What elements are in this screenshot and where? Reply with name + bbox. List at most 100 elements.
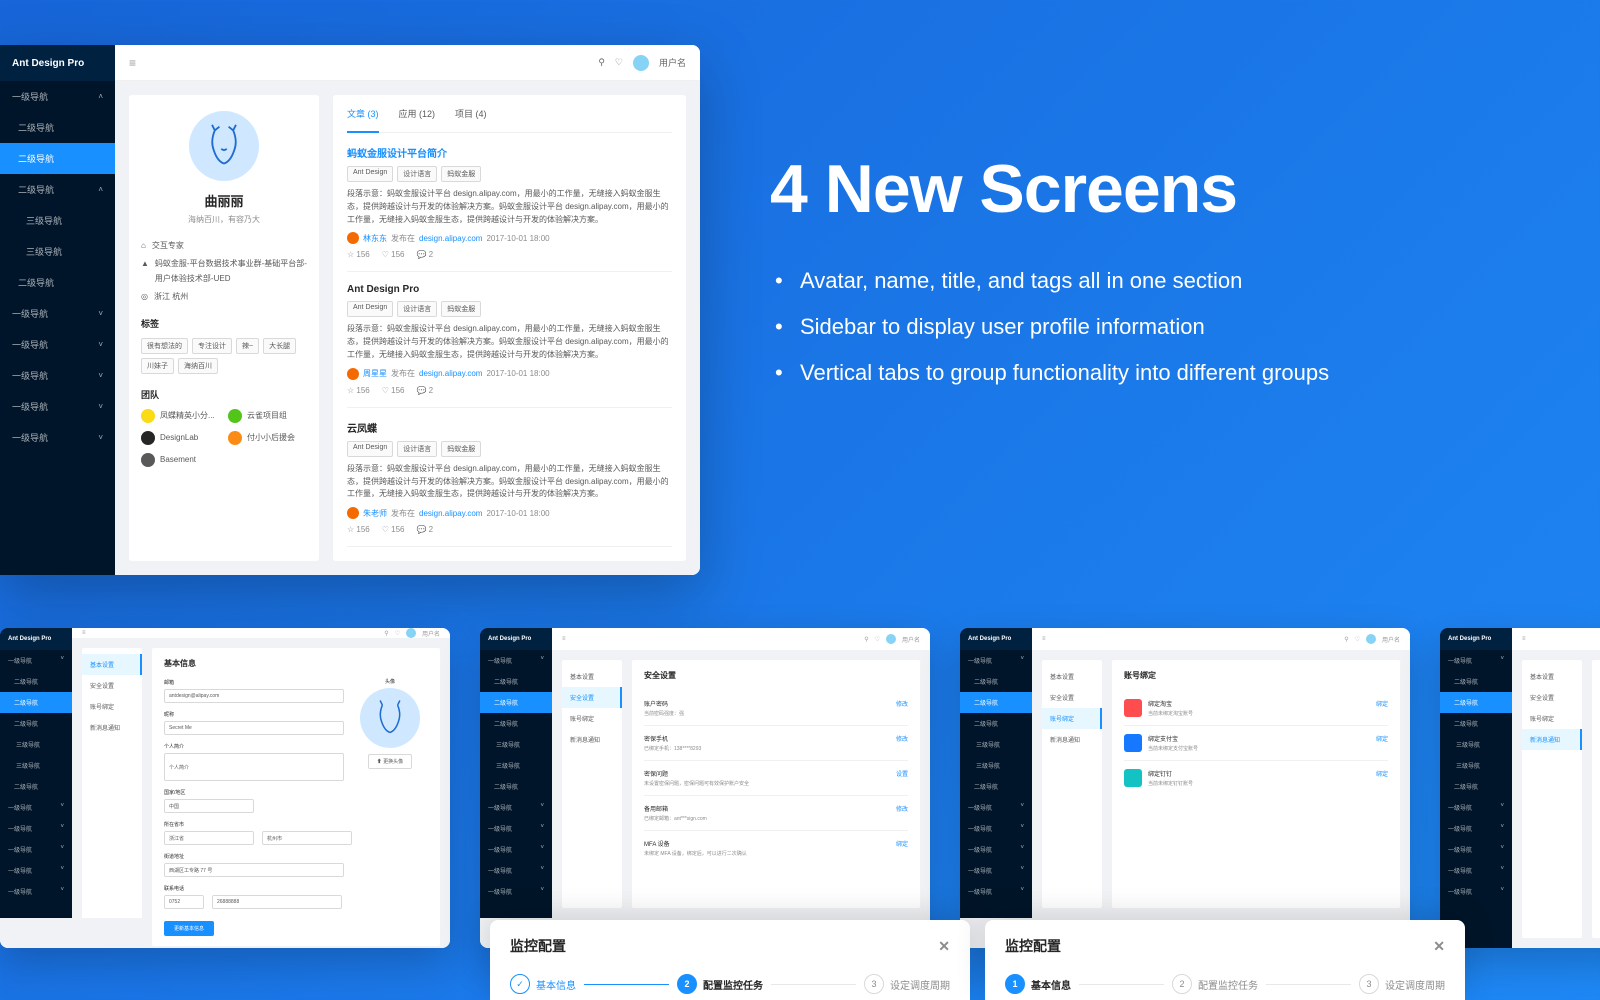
author-link[interactable]: 林东东: [363, 233, 387, 244]
tag[interactable]: 蚂蚁金服: [441, 441, 481, 457]
sidebar-nav-item[interactable]: 二级导航: [960, 776, 1032, 797]
search-icon[interactable]: ⚲: [864, 636, 868, 643]
bell-icon[interactable]: ♡: [1355, 636, 1360, 643]
vertical-tab[interactable]: 安全设置: [1522, 687, 1582, 708]
article-title[interactable]: 蚂蚁金服设计平台简介: [347, 145, 672, 160]
menu-icon[interactable]: ≡: [82, 630, 86, 636]
close-icon[interactable]: ✕: [1433, 938, 1445, 955]
star-count[interactable]: ☆ 156: [347, 525, 370, 534]
tag[interactable]: 专注设计: [192, 338, 232, 354]
tag[interactable]: 海纳百川: [178, 358, 218, 374]
feed-tab[interactable]: 项目 (4): [455, 95, 487, 132]
sidebar-nav-item[interactable]: 一级导航˅: [0, 839, 72, 860]
step[interactable]: 2配置监控任务: [1172, 974, 1258, 994]
bell-icon[interactable]: ♡: [615, 57, 623, 68]
email-field[interactable]: antdesign@alipay.com: [164, 689, 344, 703]
tag[interactable]: 蚂蚁金服: [441, 301, 481, 317]
app-logo[interactable]: Ant Design Pro: [1440, 628, 1512, 650]
source-link[interactable]: design.alipay.com: [419, 234, 482, 243]
sidebar-nav-item[interactable]: 一级导航˅: [480, 650, 552, 671]
submit-button[interactable]: 更新基本信息: [164, 921, 214, 936]
sidebar-nav-item[interactable]: 一级导航˅: [960, 860, 1032, 881]
search-icon[interactable]: ⚲: [384, 630, 388, 637]
sidebar-nav-item[interactable]: 二级导航: [1440, 671, 1512, 692]
sidebar-nav-item[interactable]: 三级导航: [0, 755, 72, 776]
sidebar-nav-item[interactable]: 一级导航˅: [480, 797, 552, 818]
step[interactable]: ✓基本信息: [510, 974, 576, 994]
step[interactable]: 3设定调度周期: [1359, 974, 1445, 994]
row-action[interactable]: 绑定: [1376, 769, 1388, 778]
sidebar-nav-item[interactable]: 二级导航: [1440, 713, 1512, 734]
sidebar-nav-item[interactable]: 二级导航: [480, 671, 552, 692]
sidebar-nav-item[interactable]: 三级导航: [0, 734, 72, 755]
tag[interactable]: Ant Design: [347, 166, 393, 182]
nickname-field[interactable]: Secret Me: [164, 721, 344, 735]
sidebar-nav-item[interactable]: 三级导航: [960, 734, 1032, 755]
tag[interactable]: Ant Design: [347, 301, 393, 317]
vertical-tab[interactable]: 基本设置: [1522, 666, 1582, 687]
tag[interactable]: 很有想法的: [141, 338, 188, 354]
sidebar-nav-item[interactable]: 三级导航: [1440, 755, 1512, 776]
province-select[interactable]: 浙江省: [164, 831, 254, 845]
bell-icon[interactable]: ♡: [875, 636, 880, 643]
vertical-tab[interactable]: 基本设置: [82, 654, 142, 675]
comment-count[interactable]: 💬 2: [417, 250, 434, 259]
sidebar-nav-item[interactable]: 三级导航: [480, 734, 552, 755]
row-action[interactable]: 修改: [896, 734, 908, 743]
tag[interactable]: 设计语言: [397, 166, 437, 182]
sidebar-nav-item[interactable]: 二级导航: [0, 143, 115, 174]
row-action[interactable]: 绑定: [1376, 699, 1388, 708]
source-link[interactable]: design.alipay.com: [419, 509, 482, 518]
avatar[interactable]: [633, 55, 649, 71]
sidebar-nav-item[interactable]: 一级导航˅: [480, 839, 552, 860]
step[interactable]: 2配置监控任务: [677, 974, 763, 994]
app-logo[interactable]: Ant Design Pro: [0, 628, 72, 650]
vertical-tab[interactable]: 安全设置: [562, 687, 622, 708]
sidebar-nav-item[interactable]: 二级导航: [0, 112, 115, 143]
tag[interactable]: 蚂蚁金服: [441, 166, 481, 182]
article-title[interactable]: Ant Design Pro: [347, 284, 672, 295]
vertical-tab[interactable]: 新消息通知: [82, 717, 142, 738]
sidebar-nav-item[interactable]: 一级导航˅: [1440, 881, 1512, 902]
like-count[interactable]: ♡ 156: [382, 250, 405, 259]
sidebar-nav-item[interactable]: 二级导航: [480, 713, 552, 734]
step[interactable]: 3设定调度周期: [864, 974, 950, 994]
like-count[interactable]: ♡ 156: [382, 525, 405, 534]
vertical-tab[interactable]: 安全设置: [1042, 687, 1102, 708]
tag[interactable]: 大长腿: [263, 338, 296, 354]
vertical-tab[interactable]: 账号绑定: [562, 708, 622, 729]
comment-count[interactable]: 💬 2: [417, 386, 434, 395]
row-action[interactable]: 绑定: [1376, 734, 1388, 743]
author-link[interactable]: 周星星: [363, 368, 387, 379]
sidebar-nav-item[interactable]: 一级导航˅: [0, 391, 115, 422]
menu-icon[interactable]: ≡: [1522, 636, 1526, 642]
sidebar-nav-item[interactable]: 二级导航: [0, 776, 72, 797]
article-title[interactable]: 云凤蝶: [347, 420, 672, 435]
sidebar-nav-item[interactable]: 二级导航˄: [0, 174, 115, 205]
tag[interactable]: 设计语言: [397, 301, 437, 317]
sidebar-nav-item[interactable]: 二级导航: [1440, 692, 1512, 713]
sidebar-nav-item[interactable]: 一级导航˅: [960, 839, 1032, 860]
sidebar-nav-item[interactable]: 二级导航: [0, 692, 72, 713]
app-logo[interactable]: Ant Design Pro: [0, 45, 115, 81]
sidebar-nav-item[interactable]: 二级导航: [0, 267, 115, 298]
vertical-tab[interactable]: 账号绑定: [82, 696, 142, 717]
app-logo[interactable]: Ant Design Pro: [480, 628, 552, 650]
menu-icon[interactable]: ≡: [1042, 636, 1046, 642]
avatar[interactable]: [886, 634, 896, 644]
sidebar-nav-item[interactable]: 二级导航: [960, 671, 1032, 692]
sidebar-nav-item[interactable]: 三级导航: [480, 755, 552, 776]
vertical-tab[interactable]: 新消息通知: [562, 729, 622, 750]
city-select[interactable]: 杭州市: [262, 831, 352, 845]
row-action[interactable]: 设置: [896, 769, 908, 778]
tag[interactable]: 川妹子: [141, 358, 174, 374]
avatar[interactable]: [406, 628, 416, 638]
like-count[interactable]: ♡ 156: [382, 386, 405, 395]
sidebar-nav-item[interactable]: 三级导航: [0, 236, 115, 267]
vertical-tab[interactable]: 基本设置: [1042, 666, 1102, 687]
sidebar-nav-item[interactable]: 二级导航: [1440, 776, 1512, 797]
tag[interactable]: 设计语言: [397, 441, 437, 457]
sidebar-nav-item[interactable]: 一级导航˄: [0, 81, 115, 112]
sidebar-nav-item[interactable]: 二级导航: [0, 713, 72, 734]
tag[interactable]: 辣~: [236, 338, 259, 354]
